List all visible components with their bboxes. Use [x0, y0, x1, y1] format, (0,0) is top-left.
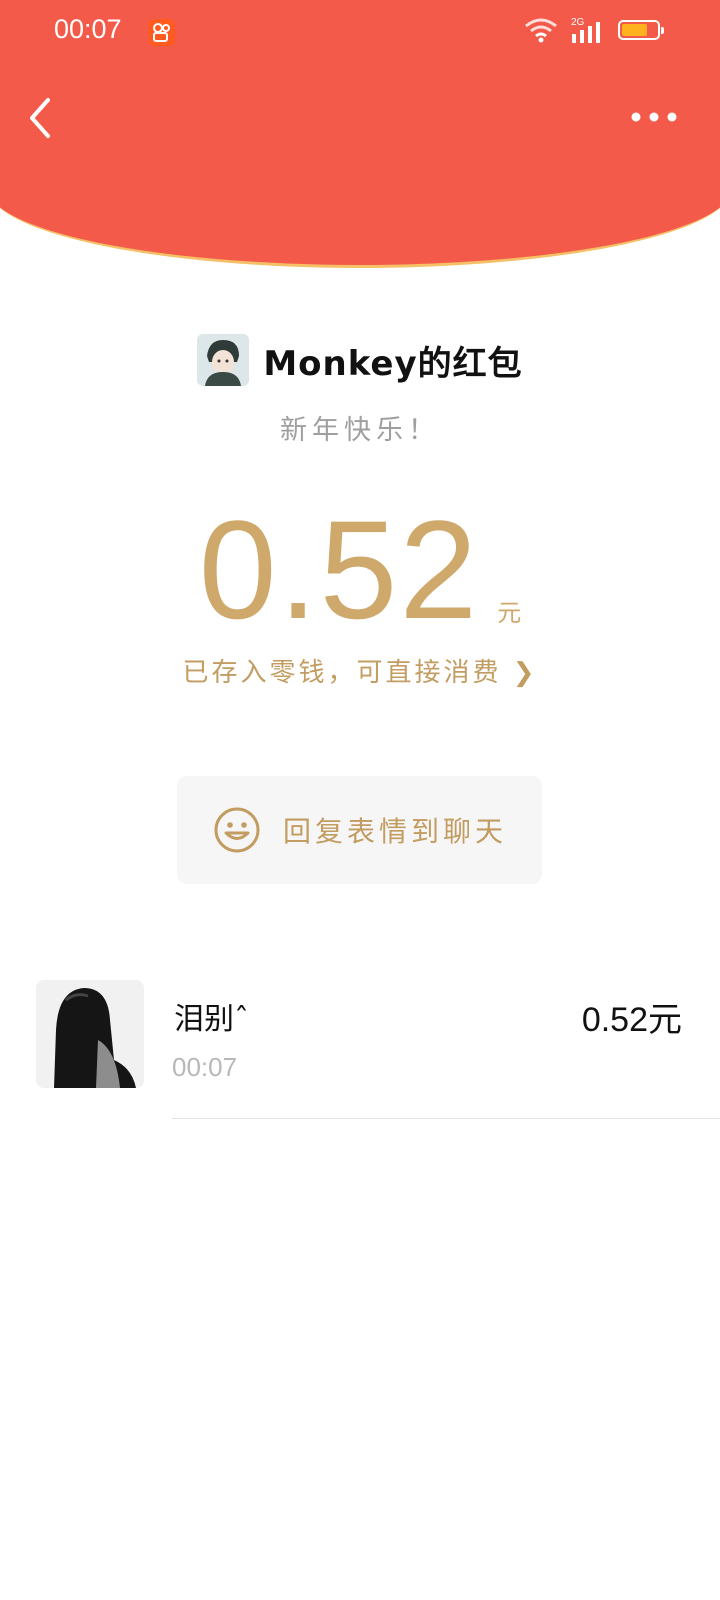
amount-value: 0.52	[198, 491, 480, 648]
receiver-avatar[interactable]	[36, 980, 144, 1088]
list-item[interactable]: 泪别ˆ 00:07 0.52元	[0, 980, 720, 1120]
reply-label: 回复表情到聊天	[283, 815, 508, 848]
amount-unit: 元	[497, 599, 522, 627]
greeting-message: 新年快乐！	[280, 415, 440, 446]
back-button[interactable]	[22, 94, 62, 142]
network-type: 2G	[571, 17, 585, 28]
battery-icon	[618, 20, 664, 40]
battery-level	[622, 24, 647, 36]
red-packet-detail-screen: 00:07 2G Monkey的红包 新年快乐！ 0.52 元 已存入零钱，可直…	[0, 0, 720, 1600]
smiley-icon	[214, 807, 260, 853]
more-button[interactable]	[626, 100, 682, 134]
receiver-name: 泪别ˆ	[174, 1002, 249, 1037]
receiver-amount: 0.52元	[581, 1001, 682, 1039]
kuaishou-app-icon	[148, 19, 175, 46]
status-time: 00:07	[54, 14, 122, 44]
status-icons: 2G	[524, 16, 664, 44]
red-packet-title: Monkey的红包	[263, 343, 523, 384]
sender-avatar[interactable]	[197, 334, 250, 386]
wifi-icon	[525, 18, 557, 43]
balance-link[interactable]: 已存入零钱，可直接消费 ❯	[0, 652, 720, 689]
chevron-left-icon	[30, 98, 50, 138]
receiver-time: 00:07	[172, 1052, 238, 1082]
amount-display: 0.52 元	[0, 500, 720, 640]
reply-sticker-button[interactable]: 回复表情到聊天	[177, 776, 542, 884]
sender-row: Monkey的红包	[0, 334, 720, 386]
more-dots-icon	[631, 112, 677, 122]
list-divider	[172, 1118, 720, 1119]
signal-icon: 2G	[571, 17, 600, 43]
